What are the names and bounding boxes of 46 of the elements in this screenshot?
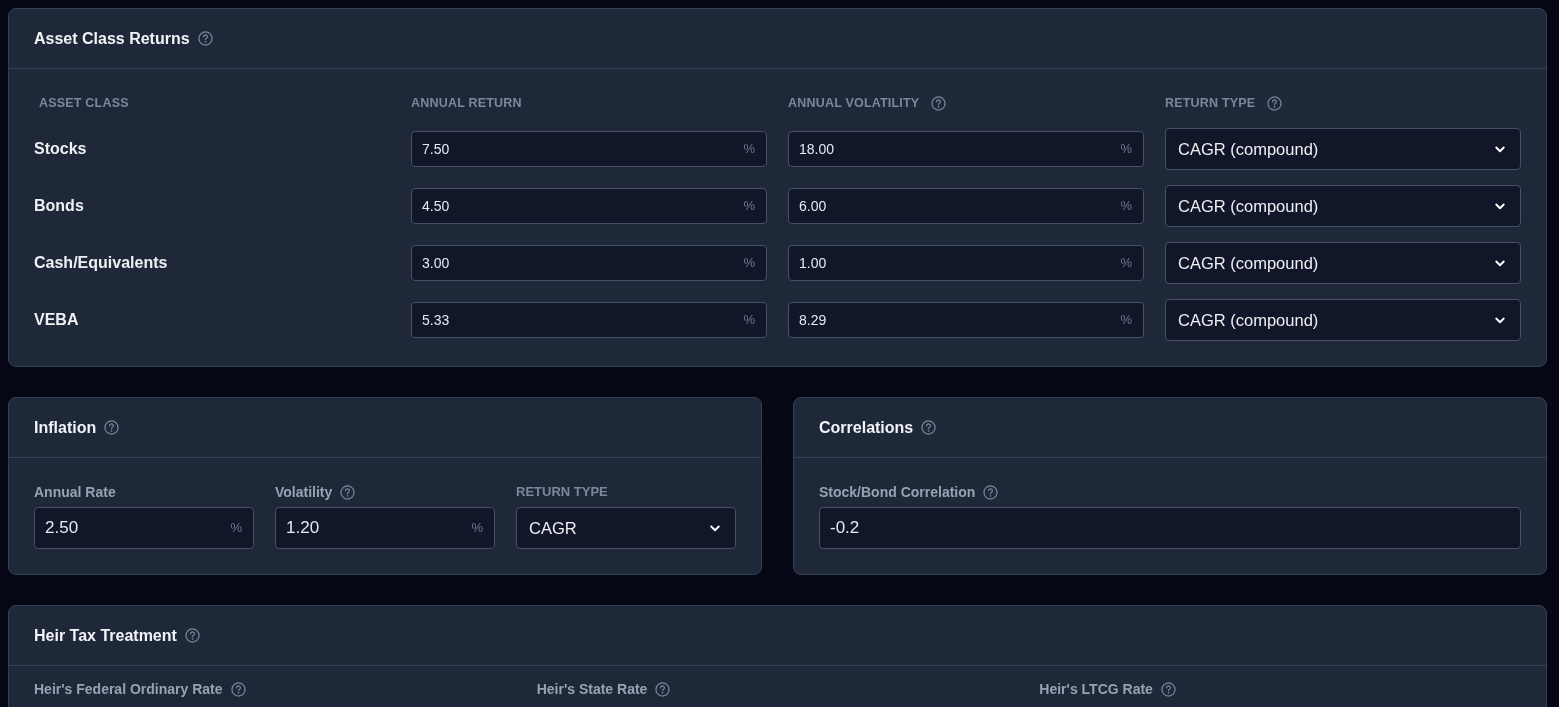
field-label: RETURN TYPE [516,483,608,502]
asset-class-label: Stocks [34,139,88,159]
field-label: Stock/Bond Correlation [819,482,976,502]
number-input[interactable]: -0.2 [819,507,1521,549]
help-icon[interactable] [230,681,246,697]
help-icon[interactable] [931,95,947,111]
column-header: ASSET CLASS [39,94,129,112]
unit-label: % [743,140,755,159]
help-icon[interactable] [1267,95,1283,111]
help-icon[interactable] [104,420,120,435]
column-header: ANNUAL RETURN [411,94,522,112]
field-label: Heir's LTCG Rate [1039,679,1153,699]
help-icon[interactable] [983,484,999,500]
return-type-select[interactable]: CAGR (compound) [1165,299,1521,341]
help-icon[interactable] [655,681,671,697]
field-label: Annual Rate [34,482,116,502]
asset-class-label: Bonds [34,196,85,216]
unit-label: % [1120,311,1132,330]
asset-class-label: VEBA [34,310,80,330]
unit-label: % [1120,254,1132,273]
return-type-select[interactable]: CAGR (compound) [1165,185,1521,227]
field-label: Volatility [275,482,333,502]
help-icon[interactable] [197,31,213,46]
unit-label: % [743,254,755,273]
panel-title: Inflation [34,417,97,438]
field-label: Heir's State Rate [536,679,648,699]
panel-title: Correlations [819,417,914,438]
column-header: ANNUAL VOLATILITY [788,94,920,112]
field-label: Heir's Federal Ordinary Rate [34,679,223,699]
return-type-select[interactable]: CAGR [516,507,736,549]
column-header: RETURN TYPE [1165,94,1256,112]
help-icon[interactable] [340,484,356,500]
return-type-select[interactable]: CAGR (compound) [1165,128,1521,170]
unit-label: % [471,519,483,538]
unit-label: % [1120,197,1132,216]
help-icon[interactable] [184,628,200,643]
help-icon[interactable] [1160,681,1176,697]
return-type-select[interactable]: CAGR (compound) [1165,242,1521,284]
panel-title: Heir Tax Treatment [34,625,177,646]
asset-class-label: Cash/Equivalents [34,253,169,273]
help-icon[interactable] [921,420,937,435]
unit-label: % [743,311,755,330]
unit-label: % [230,519,242,538]
unit-label: % [743,197,755,216]
panel-title: Asset Class Returns [34,28,190,49]
unit-label: % [1120,140,1132,159]
